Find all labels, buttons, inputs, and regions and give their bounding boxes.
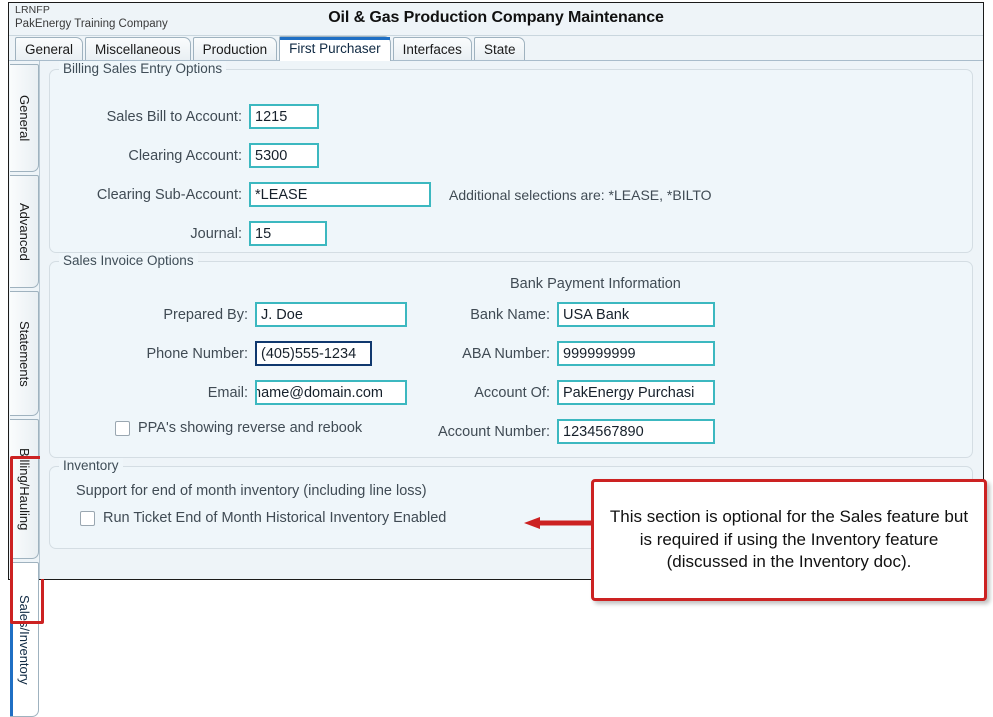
prepared-by-input[interactable]: J. Doe <box>255 302 407 327</box>
clearing-account-row: Clearing Account: 5300 <box>70 143 319 168</box>
phone-number-row: Phone Number: (405)555-1234 <box>70 341 372 366</box>
clearing-sub-account-input[interactable]: *LEASE <box>249 182 431 207</box>
tab-label: First Purchaser <box>289 41 381 56</box>
account-of-input[interactable]: PakEnergy Purchasi <box>557 380 715 405</box>
ppa-checkbox-label: PPA's showing reverse and rebook <box>138 420 363 436</box>
ppa-checkbox[interactable] <box>115 420 130 436</box>
sidebar-item-advanced[interactable]: Advanced <box>10 175 39 288</box>
phone-number-label: Phone Number: <box>146 345 248 362</box>
sidebar-item-statements[interactable]: Statements <box>10 291 39 416</box>
prepared-by-row: Prepared By: J. Doe <box>70 302 407 327</box>
journal-label: Journal: <box>190 225 242 242</box>
account-number-input[interactable]: 1234567890 <box>557 419 715 444</box>
tab-label: Interfaces <box>402 42 462 57</box>
page-title: Oil & Gas Production Company Maintenance <box>328 9 664 26</box>
run-ticket-checkbox[interactable] <box>80 510 95 526</box>
group-legend: Billing Sales Entry Options <box>59 61 227 76</box>
side-tab-label: Advanced <box>17 202 32 261</box>
bank-name-row: Bank Name: USA Bank <box>410 302 715 327</box>
tab-miscellaneous[interactable]: Miscellaneous <box>85 37 191 60</box>
aba-number-row: ABA Number: 999999999 <box>410 341 715 366</box>
side-tab-label: Statements <box>17 320 32 387</box>
clearing-sub-account-note: Additional selections are: *LEASE, *BILT… <box>449 186 712 203</box>
sales-bill-to-account-row: Sales Bill to Account: 1215 <box>70 104 319 129</box>
aba-number-label: ABA Number: <box>462 345 550 362</box>
side-tab-label: Billing/Hauling <box>17 447 32 531</box>
annotation-arrow-icon <box>524 517 594 529</box>
sidebar-item-general[interactable]: General <box>10 64 39 172</box>
account-number-row: Account Number: 1234567890 <box>410 419 715 444</box>
journal-row: Journal: 15 <box>70 221 327 246</box>
phone-number-input[interactable]: (405)555-1234 <box>255 341 372 366</box>
tab-label: State <box>483 42 516 57</box>
account-of-row: Account Of: PakEnergy Purchasi <box>410 380 715 405</box>
bank-name-input[interactable]: USA Bank <box>557 302 715 327</box>
tab-state[interactable]: State <box>473 37 526 60</box>
group-legend: Sales Invoice Options <box>59 253 198 268</box>
sales-bill-to-account-input[interactable]: 1215 <box>249 104 319 129</box>
tab-first-purchaser[interactable]: First Purchaser <box>279 36 391 61</box>
sales-invoice-options-group: Sales Invoice Options Prepared By: J. Do… <box>49 253 973 458</box>
clearing-sub-account-label: Clearing Sub-Account: <box>96 186 242 203</box>
run-ticket-checkbox-label: Run Ticket End of Month Historical Inven… <box>103 510 447 526</box>
account-number-label: Account Number: <box>437 423 550 440</box>
aba-number-input[interactable]: 999999999 <box>557 341 715 366</box>
annotation-callout: This section is optional for the Sales f… <box>591 479 987 601</box>
inventory-support-text: Support for end of month inventory (incl… <box>76 483 427 499</box>
clearing-sub-account-row: Clearing Sub-Account: *LEASE Additional … <box>70 182 712 207</box>
tab-general[interactable]: General <box>15 37 84 60</box>
sidebar-item-billing-hauling[interactable]: Billing/Hauling <box>10 419 39 559</box>
email-input[interactable]: name@domain.com <box>255 380 407 405</box>
tab-label: Production <box>202 42 268 57</box>
email-label: Email: <box>207 384 248 401</box>
title-bar: LRNFP PakEnergy Training Company Oil & G… <box>9 3 983 36</box>
sales-bill-to-account-label: Sales Bill to Account: <box>106 108 242 125</box>
clearing-account-label: Clearing Account: <box>128 147 242 164</box>
tab-production[interactable]: Production <box>192 37 278 60</box>
email-row: Email: name@domain.com <box>70 380 407 405</box>
bank-name-label: Bank Name: <box>470 306 550 323</box>
tab-label: General <box>25 42 74 57</box>
ppa-checkbox-row[interactable]: PPA's showing reverse and rebook <box>115 420 362 436</box>
annotation-callout-text: This section is optional for the Sales f… <box>609 507 969 572</box>
top-tab-strip: General Miscellaneous Production First P… <box>9 36 983 61</box>
billing-sales-entry-options-group: Billing Sales Entry Options Sales Bill t… <box>49 61 973 253</box>
bank-payment-information-heading: Bank Payment Information <box>510 276 681 292</box>
tab-interfaces[interactable]: Interfaces <box>392 37 472 60</box>
run-ticket-checkbox-row[interactable]: Run Ticket End of Month Historical Inven… <box>80 510 446 526</box>
side-tab-rail: General Advanced Statements Billing/Haul… <box>9 61 44 717</box>
group-legend: Inventory <box>59 458 123 473</box>
prepared-by-label: Prepared By: <box>163 306 248 323</box>
journal-input[interactable]: 15 <box>249 221 327 246</box>
sidebar-item-sales-inventory[interactable]: Sales/Inventory <box>10 562 39 717</box>
side-tab-label: General <box>17 94 32 142</box>
side-tab-label: Sales/Inventory <box>17 594 32 685</box>
clearing-account-input[interactable]: 5300 <box>249 143 319 168</box>
tab-label: Miscellaneous <box>95 42 181 57</box>
account-of-label: Account Of: <box>474 384 550 401</box>
